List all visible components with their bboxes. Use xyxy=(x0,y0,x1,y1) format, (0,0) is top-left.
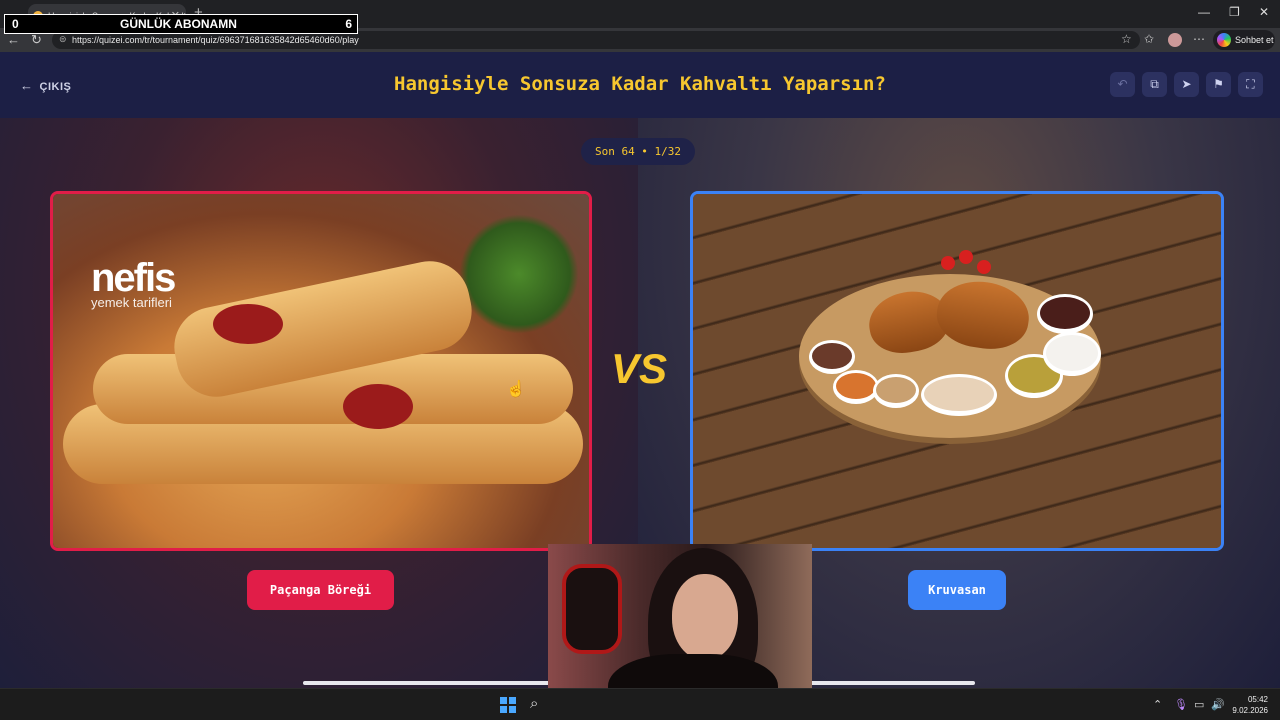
bowl xyxy=(873,374,919,408)
quiz-title: Hangisiyle Sonsuza Kadar Kahvaltı Yapars… xyxy=(394,73,886,95)
pastirma-filling xyxy=(213,304,283,344)
taskbar-clock[interactable]: 05:42 9.02.2026 xyxy=(1228,694,1268,716)
round-badge: Son 64 • 1/32 xyxy=(581,138,695,165)
microphone-icon[interactable]: 🎙 xyxy=(1174,698,1188,711)
fullscreen-icon[interactable]: ⛶ xyxy=(1238,72,1263,97)
parsley-garnish xyxy=(459,214,579,334)
sub-counter-label: GÜNLÜK ABONAMN xyxy=(120,17,237,31)
clock-time: 05:42 xyxy=(1247,695,1268,704)
bowl xyxy=(809,340,855,374)
tomato xyxy=(941,256,955,270)
search-icon[interactable]: ⌕ xyxy=(530,695,538,712)
more-menu-icon[interactable]: ⋯ xyxy=(1193,32,1205,46)
left-choice-image[interactable]: nefis yemek tarifleri ☝ xyxy=(50,191,592,551)
clock-date: 9.02.2026 xyxy=(1232,706,1268,715)
stream-sub-counter: 0 GÜNLÜK ABONAMN 6 xyxy=(4,14,358,34)
undo-icon[interactable]: ↶ xyxy=(1110,72,1135,97)
back-icon[interactable]: ← xyxy=(7,32,20,47)
kruvasan-photo xyxy=(693,194,1221,548)
pacanga-boregi-photo: nefis yemek tarifleri ☝ xyxy=(53,194,589,548)
share-icon[interactable]: ⧉ xyxy=(1142,72,1167,97)
hand-cursor-icon: ☝ xyxy=(506,381,526,398)
minimize-icon[interactable]: — xyxy=(1198,5,1210,19)
bowl xyxy=(921,374,997,416)
profile-avatar[interactable] xyxy=(1168,33,1182,47)
send-icon[interactable]: ➤ xyxy=(1174,72,1199,97)
bowl xyxy=(1037,294,1093,334)
pastirma-filling xyxy=(343,384,413,429)
flag-icon[interactable]: ⚑ xyxy=(1206,72,1231,97)
tray-chevron-icon[interactable]: ⌃ xyxy=(1153,698,1162,711)
quiz-header: ← ÇIKIŞ Hangisiyle Sonsuza Kadar Kahvaltı… xyxy=(0,52,1280,118)
choose-right-button[interactable]: Kruvasan xyxy=(908,570,1006,610)
chat-button[interactable]: Sohbet et xyxy=(1213,30,1275,50)
windows-start-icon[interactable] xyxy=(500,697,516,713)
sub-count-left: 0 xyxy=(12,17,19,31)
versus-icon: VS xyxy=(610,345,668,392)
bowl xyxy=(1043,332,1101,376)
sub-count-right: 6 xyxy=(345,17,352,31)
bowl xyxy=(833,370,879,404)
nefis-logo: nefis yemek tarifleri xyxy=(91,256,176,310)
site-info-icon[interactable]: ⊜ xyxy=(59,34,67,45)
choose-left-button[interactable]: Paçanga Böreği xyxy=(247,570,394,610)
gaming-chair xyxy=(562,564,622,654)
window-close-icon[interactable]: ✕ xyxy=(1259,5,1269,19)
reload-icon[interactable]: ↻ xyxy=(31,32,42,48)
favorites-icon[interactable]: ✩ xyxy=(1144,32,1154,46)
restore-icon[interactable]: ❐ xyxy=(1229,5,1240,19)
tomato xyxy=(977,260,991,274)
copilot-icon xyxy=(1217,33,1231,47)
right-choice-image[interactable] xyxy=(690,191,1224,551)
bookmark-star-icon[interactable]: ☆ xyxy=(1121,32,1132,46)
windows-taskbar: ⌕ ⌃ 🎙 ▭ 🔊 05:42 9.02.2026 xyxy=(0,688,1280,720)
chat-button-label: Sohbet et xyxy=(1235,35,1274,45)
volume-icon[interactable]: 🔊 xyxy=(1211,698,1225,711)
logo-subtext: yemek tarifleri xyxy=(91,295,172,310)
tomato xyxy=(959,250,973,264)
url-text: https://quizei.com/tr/tournament/quiz/69… xyxy=(72,35,359,45)
streamer-face xyxy=(672,574,738,660)
network-icon[interactable]: ▭ xyxy=(1194,698,1204,711)
